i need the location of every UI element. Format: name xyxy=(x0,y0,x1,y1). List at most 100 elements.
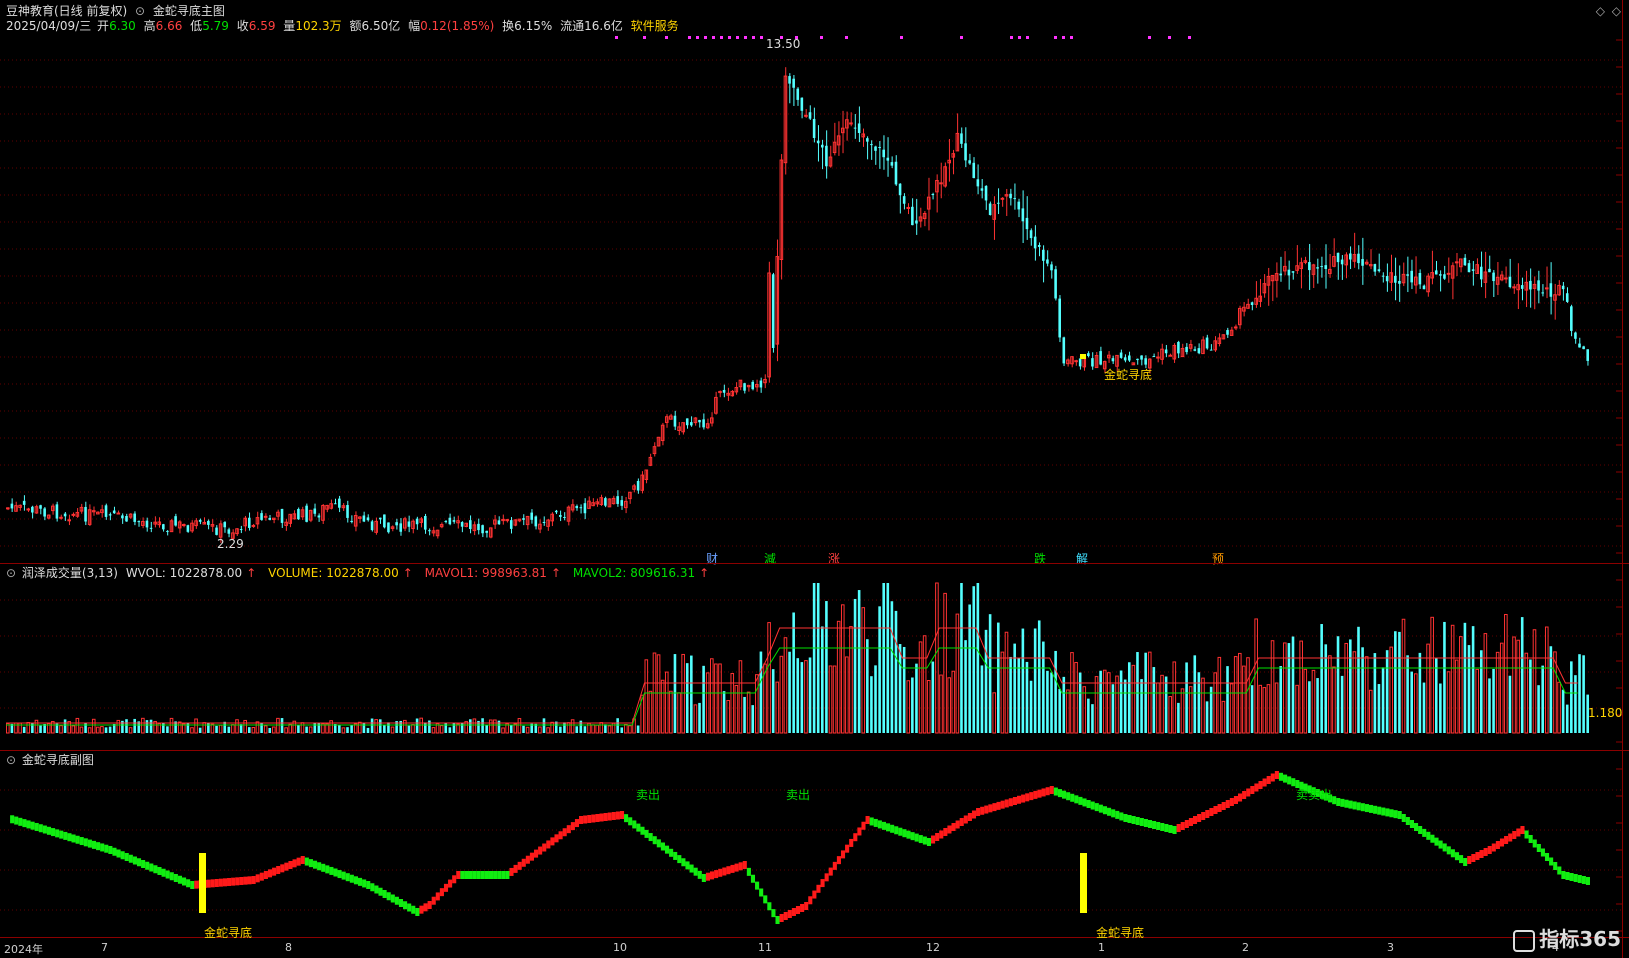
event-limit-down[interactable]: 跌 xyxy=(1034,550,1046,567)
event-financial-report[interactable]: 财 xyxy=(706,550,718,567)
date-tick: 3 xyxy=(1387,941,1394,954)
candle-body xyxy=(350,520,353,523)
oscillator-step xyxy=(247,876,252,885)
oscillator-step xyxy=(967,813,972,821)
oscillator-step xyxy=(329,866,334,875)
oscillator-step xyxy=(398,899,404,907)
volume-bar xyxy=(1549,646,1553,733)
oscillator-step xyxy=(894,826,899,835)
volume-bar xyxy=(1401,618,1406,734)
volume-bar xyxy=(570,719,575,734)
oscillator-step xyxy=(132,856,137,865)
close-panel-icon[interactable]: ◇ xyxy=(1612,4,1621,18)
panel-divider-main-volume[interactable] xyxy=(0,563,1629,564)
date-tick: 10 xyxy=(613,941,627,954)
stock-name[interactable]: 豆神教育(日线 前复权) xyxy=(6,4,127,18)
sub-indicator-name[interactable]: 金蛇寻底副图 xyxy=(22,753,94,767)
oscillator-step xyxy=(1147,820,1153,828)
indicator-toggle-icon[interactable]: ⊙ xyxy=(6,753,16,767)
candle-body xyxy=(428,530,431,532)
candle-body xyxy=(542,521,546,523)
volume-bar xyxy=(1443,621,1446,733)
candle-body xyxy=(6,507,10,510)
volume-bar xyxy=(853,598,857,733)
volume-bar xyxy=(1524,652,1529,734)
panel-divider-volume-sub[interactable] xyxy=(0,750,1629,751)
volume-bar xyxy=(779,655,784,734)
volume-bar xyxy=(149,719,153,733)
oscillator-step xyxy=(877,820,882,829)
candle-body xyxy=(1058,298,1061,338)
signal-dot xyxy=(1188,36,1191,39)
indicator-toggle-icon[interactable]: ⊙ xyxy=(135,4,145,18)
bottom-signal-bar xyxy=(199,853,206,913)
volume-bar xyxy=(407,725,411,733)
logo-icon xyxy=(1513,929,1536,952)
date-tick: 2 xyxy=(1242,941,1249,954)
volume-bar xyxy=(415,718,419,733)
volume-bar xyxy=(1295,684,1299,734)
oscillator-step xyxy=(190,881,195,889)
candle-body xyxy=(1446,272,1451,275)
volume-bar xyxy=(166,726,169,733)
oscillator-step xyxy=(46,826,52,835)
volume-bar xyxy=(1434,658,1438,733)
volume-bar xyxy=(1140,679,1143,733)
oscillator-step xyxy=(18,817,23,826)
candle-body xyxy=(1406,274,1409,276)
maximize-icon[interactable]: ◇ xyxy=(1596,4,1605,18)
main-indicator-name[interactable]: 金蛇寻底主图 xyxy=(153,4,225,18)
oscillator-step xyxy=(628,817,633,826)
oscillator-step xyxy=(1184,820,1189,828)
candle-body xyxy=(1152,356,1156,358)
oscillator-step xyxy=(34,822,39,831)
volume-bar xyxy=(141,717,145,734)
volume-bar xyxy=(145,720,149,733)
volume-bar xyxy=(542,718,546,733)
stock-chart-canvas[interactable] xyxy=(0,0,1629,958)
volume-bar xyxy=(559,726,562,733)
oscillator-step xyxy=(1045,787,1050,796)
oscillator-step xyxy=(955,820,960,829)
volume-bar xyxy=(1180,688,1185,734)
event-limit-up[interactable]: 涨 xyxy=(828,550,840,567)
volume-bar xyxy=(460,722,464,733)
volume-bar xyxy=(247,727,251,733)
oscillator-step xyxy=(235,877,240,886)
oscillator-step xyxy=(100,843,105,852)
candle-body xyxy=(1422,285,1426,290)
sector-link[interactable]: 软件服务 xyxy=(631,19,679,33)
event-reduction[interactable]: 減 xyxy=(764,550,776,567)
candle-body xyxy=(1324,265,1328,269)
volume-bar xyxy=(693,704,698,734)
oscillator-step xyxy=(214,879,219,887)
event-forecast[interactable]: 预 xyxy=(1212,550,1224,567)
oscillator-step xyxy=(947,825,952,834)
candle-body xyxy=(890,162,894,166)
oscillator-step xyxy=(1524,830,1529,839)
oscillator-step xyxy=(718,868,723,877)
oscillator-step xyxy=(1053,787,1058,796)
candle-body xyxy=(399,523,403,532)
volume-bar xyxy=(951,670,956,734)
volume-bar xyxy=(71,725,76,734)
oscillator-step xyxy=(75,835,80,844)
oscillator-step xyxy=(456,871,461,879)
float-label: 流通 xyxy=(560,19,585,33)
oscillator-step xyxy=(1536,844,1541,852)
candle-body xyxy=(317,515,321,518)
volume-bar xyxy=(133,718,136,733)
oscillator-step xyxy=(959,818,964,826)
volume-bar xyxy=(390,726,395,734)
event-unlock[interactable]: 解 xyxy=(1076,550,1088,567)
oscillator-step xyxy=(1495,841,1500,849)
candle-body xyxy=(1033,236,1037,249)
oscillator-step xyxy=(1135,817,1140,825)
volume-indicator-name[interactable]: 润泽成交量(3,13) xyxy=(22,566,118,580)
oscillator-step xyxy=(1111,809,1116,818)
candle-body xyxy=(26,508,31,511)
candle-body xyxy=(383,514,386,528)
indicator-toggle-icon[interactable]: ⊙ xyxy=(6,566,16,580)
oscillator-step xyxy=(1152,821,1157,829)
volume-bar xyxy=(705,672,710,734)
